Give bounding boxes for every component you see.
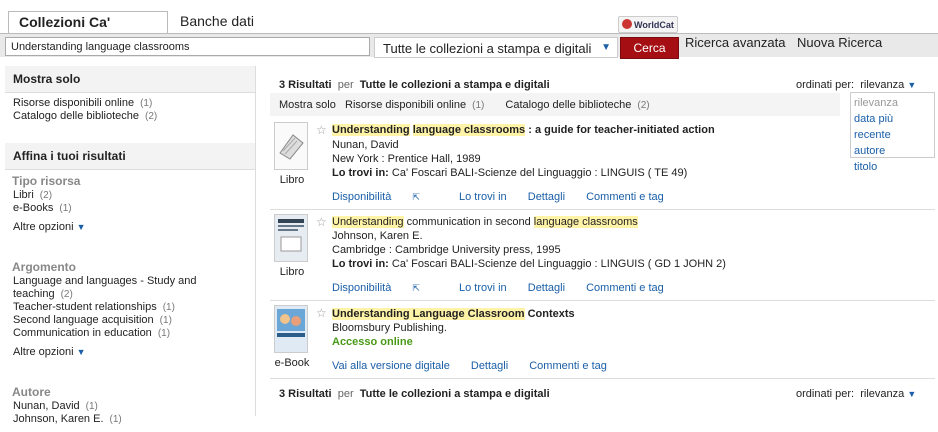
facet-list-argomento: Language and languages - Study and teach… (5, 275, 255, 340)
filter-label: Mostra solo (279, 99, 336, 111)
result-record: Libro ☆ Understanding communication in s… (270, 210, 935, 301)
location-link[interactable]: Lo trovi in (459, 191, 507, 203)
show-only-item[interactable]: Risorse disponibili online (1) (13, 97, 255, 110)
sort-option[interactable]: rilevanza (854, 95, 931, 111)
result-record: e-Book ☆ Understanding Language Classroo… (270, 301, 935, 379)
details-link[interactable]: Dettagli (471, 360, 508, 372)
record-links: Disponibilità ⇱ Lo trovi in Dettagli Com… (332, 191, 682, 203)
details-link[interactable]: Dettagli (528, 282, 565, 294)
record-publication: Cambridge : Cambridge University press, … (332, 244, 561, 256)
facet-title-tipo: Tipo risorsa (12, 174, 81, 188)
facet-list-autore: Nunan, David (1) Johnson, Karen E. (1) (5, 400, 255, 426)
record-title[interactable]: Understanding communication in second la… (332, 216, 638, 228)
chevron-down-icon: ▼ (76, 222, 86, 232)
online-access-label[interactable]: Accesso online (332, 336, 413, 348)
book-cover-icon (274, 122, 308, 170)
tab-banche-dati[interactable]: Banche dati (170, 11, 264, 33)
facet-item[interactable]: Communication in education (1) (13, 327, 255, 340)
format-label: Libro (279, 174, 305, 186)
sort-control[interactable]: ordinati per: rilevanza ▼ (796, 79, 916, 91)
chevron-down-icon: ▼ (76, 347, 86, 357)
worldcat-icon (622, 19, 632, 29)
facet-item[interactable]: Libri (2) (13, 189, 255, 202)
search-bar: Tutte le collezioni a stampa e digitali … (0, 33, 938, 59)
star-icon[interactable]: ☆ (316, 215, 327, 229)
sidebar-divider (255, 66, 256, 416)
availability-link[interactable]: Disponibilità ⇱ (332, 191, 438, 203)
more-options-tipo[interactable]: Altre opzioni ▼ (13, 221, 255, 233)
star-icon[interactable]: ☆ (316, 306, 327, 320)
record-author: Nunan, David (332, 139, 399, 151)
facet-item[interactable]: Johnson, Karen E. (1) (13, 413, 255, 426)
book-cover-icon (274, 214, 308, 262)
comments-link[interactable]: Commenti e tag (586, 191, 664, 203)
refine-heading: Affina i tuoi risultati (5, 143, 255, 170)
facet-title-autore: Autore (12, 385, 51, 399)
comments-link[interactable]: Commenti e tag (529, 360, 607, 372)
record-location: Lo trovi in: Ca' Foscari BALI-Scienze de… (332, 258, 726, 270)
star-icon[interactable]: ☆ (316, 123, 327, 137)
record-publication: New York : Prentice Hall, 1989 (332, 153, 481, 165)
filter-row: Mostra solo Risorse disponibili online (1… (270, 93, 840, 116)
chevron-down-icon: ▼ (907, 80, 917, 90)
details-link[interactable]: Dettagli (528, 191, 565, 203)
format-label: e-Book (274, 357, 310, 369)
advanced-search-link[interactable]: Ricerca avanzata (685, 35, 785, 50)
worldcat-button[interactable]: WorldCat (618, 16, 678, 33)
facet-item[interactable]: Teacher-student relationships (1) (13, 301, 255, 314)
top-tabs: Collezioni Ca' Foscari Banche dati World… (0, 0, 938, 46)
facet-item[interactable]: Second language acquisition (1) (13, 314, 255, 327)
chevron-down-icon: ▼ (907, 389, 917, 399)
search-input[interactable] (5, 37, 370, 56)
sidebar: Mostra solo Risorse disponibili online (1… (5, 66, 255, 432)
location-link[interactable]: Lo trovi in (459, 282, 507, 294)
results-summary: 3 Risultati per Tutte le collezioni a st… (279, 79, 550, 91)
external-link-icon: ⇱ (412, 192, 420, 202)
filter-catalogo[interactable]: Catalogo delle biblioteche (2) (505, 99, 649, 111)
show-only-heading: Mostra solo (5, 66, 255, 93)
worldcat-label: WorldCat (634, 20, 674, 30)
facet-list-tipo: Libri (2) e-Books (1) (5, 189, 255, 215)
record-links: Vai alla versione digitale Dettagli Comm… (332, 360, 625, 372)
record-location: Lo trovi in: Ca' Foscari BALI-Scienze de… (332, 167, 688, 179)
record-author: Johnson, Karen E. (332, 230, 423, 242)
record-title[interactable]: Understanding Language Classroom Context… (332, 308, 575, 320)
comments-link[interactable]: Commenti e tag (586, 282, 664, 294)
facet-item[interactable]: e-Books (1) (13, 202, 255, 215)
availability-link[interactable]: Disponibilità ⇱ (332, 282, 438, 294)
search-button[interactable]: Cerca (620, 37, 679, 59)
new-search-link[interactable]: Nuova Ricerca (797, 35, 882, 50)
digital-version-link[interactable]: Vai alla versione digitale (332, 360, 450, 372)
tab-collezioni[interactable]: Collezioni Ca' Foscari (8, 11, 168, 46)
external-link-icon: ⇱ (412, 283, 420, 293)
more-options-argomento[interactable]: Altre opzioni ▼ (13, 346, 255, 358)
sort-control-bottom[interactable]: ordinati per: rilevanza ▼ (796, 388, 916, 400)
scope-select[interactable]: Tutte le collezioni a stampa e digitali … (374, 37, 618, 58)
show-only-list: Risorse disponibili online (1) Catalogo d… (5, 93, 255, 123)
chevron-down-icon: ▼ (601, 42, 611, 53)
scope-select-value: Tutte le collezioni a stampa e digitali (383, 41, 592, 56)
format-label: Libro (279, 266, 305, 278)
facet-item[interactable]: Language and languages - Study and teach… (13, 275, 255, 301)
record-publisher: Bloomsbury Publishing. (332, 322, 447, 334)
filter-online[interactable]: Risorse disponibili online (1) (345, 99, 484, 111)
record-title[interactable]: Understanding language classrooms : a gu… (332, 124, 715, 136)
ebook-cover-icon (274, 305, 308, 353)
result-record: Libro ☆ Understanding language classroom… (270, 118, 935, 210)
show-only-item[interactable]: Catalogo delle biblioteche (2) (13, 110, 255, 123)
facet-title-argomento: Argomento (12, 260, 76, 274)
results-summary-bottom: 3 Risultati per Tutte le collezioni a st… (279, 388, 550, 400)
record-links: Disponibilità ⇱ Lo trovi in Dettagli Com… (332, 282, 682, 294)
facet-item[interactable]: Nunan, David (1) (13, 400, 255, 413)
